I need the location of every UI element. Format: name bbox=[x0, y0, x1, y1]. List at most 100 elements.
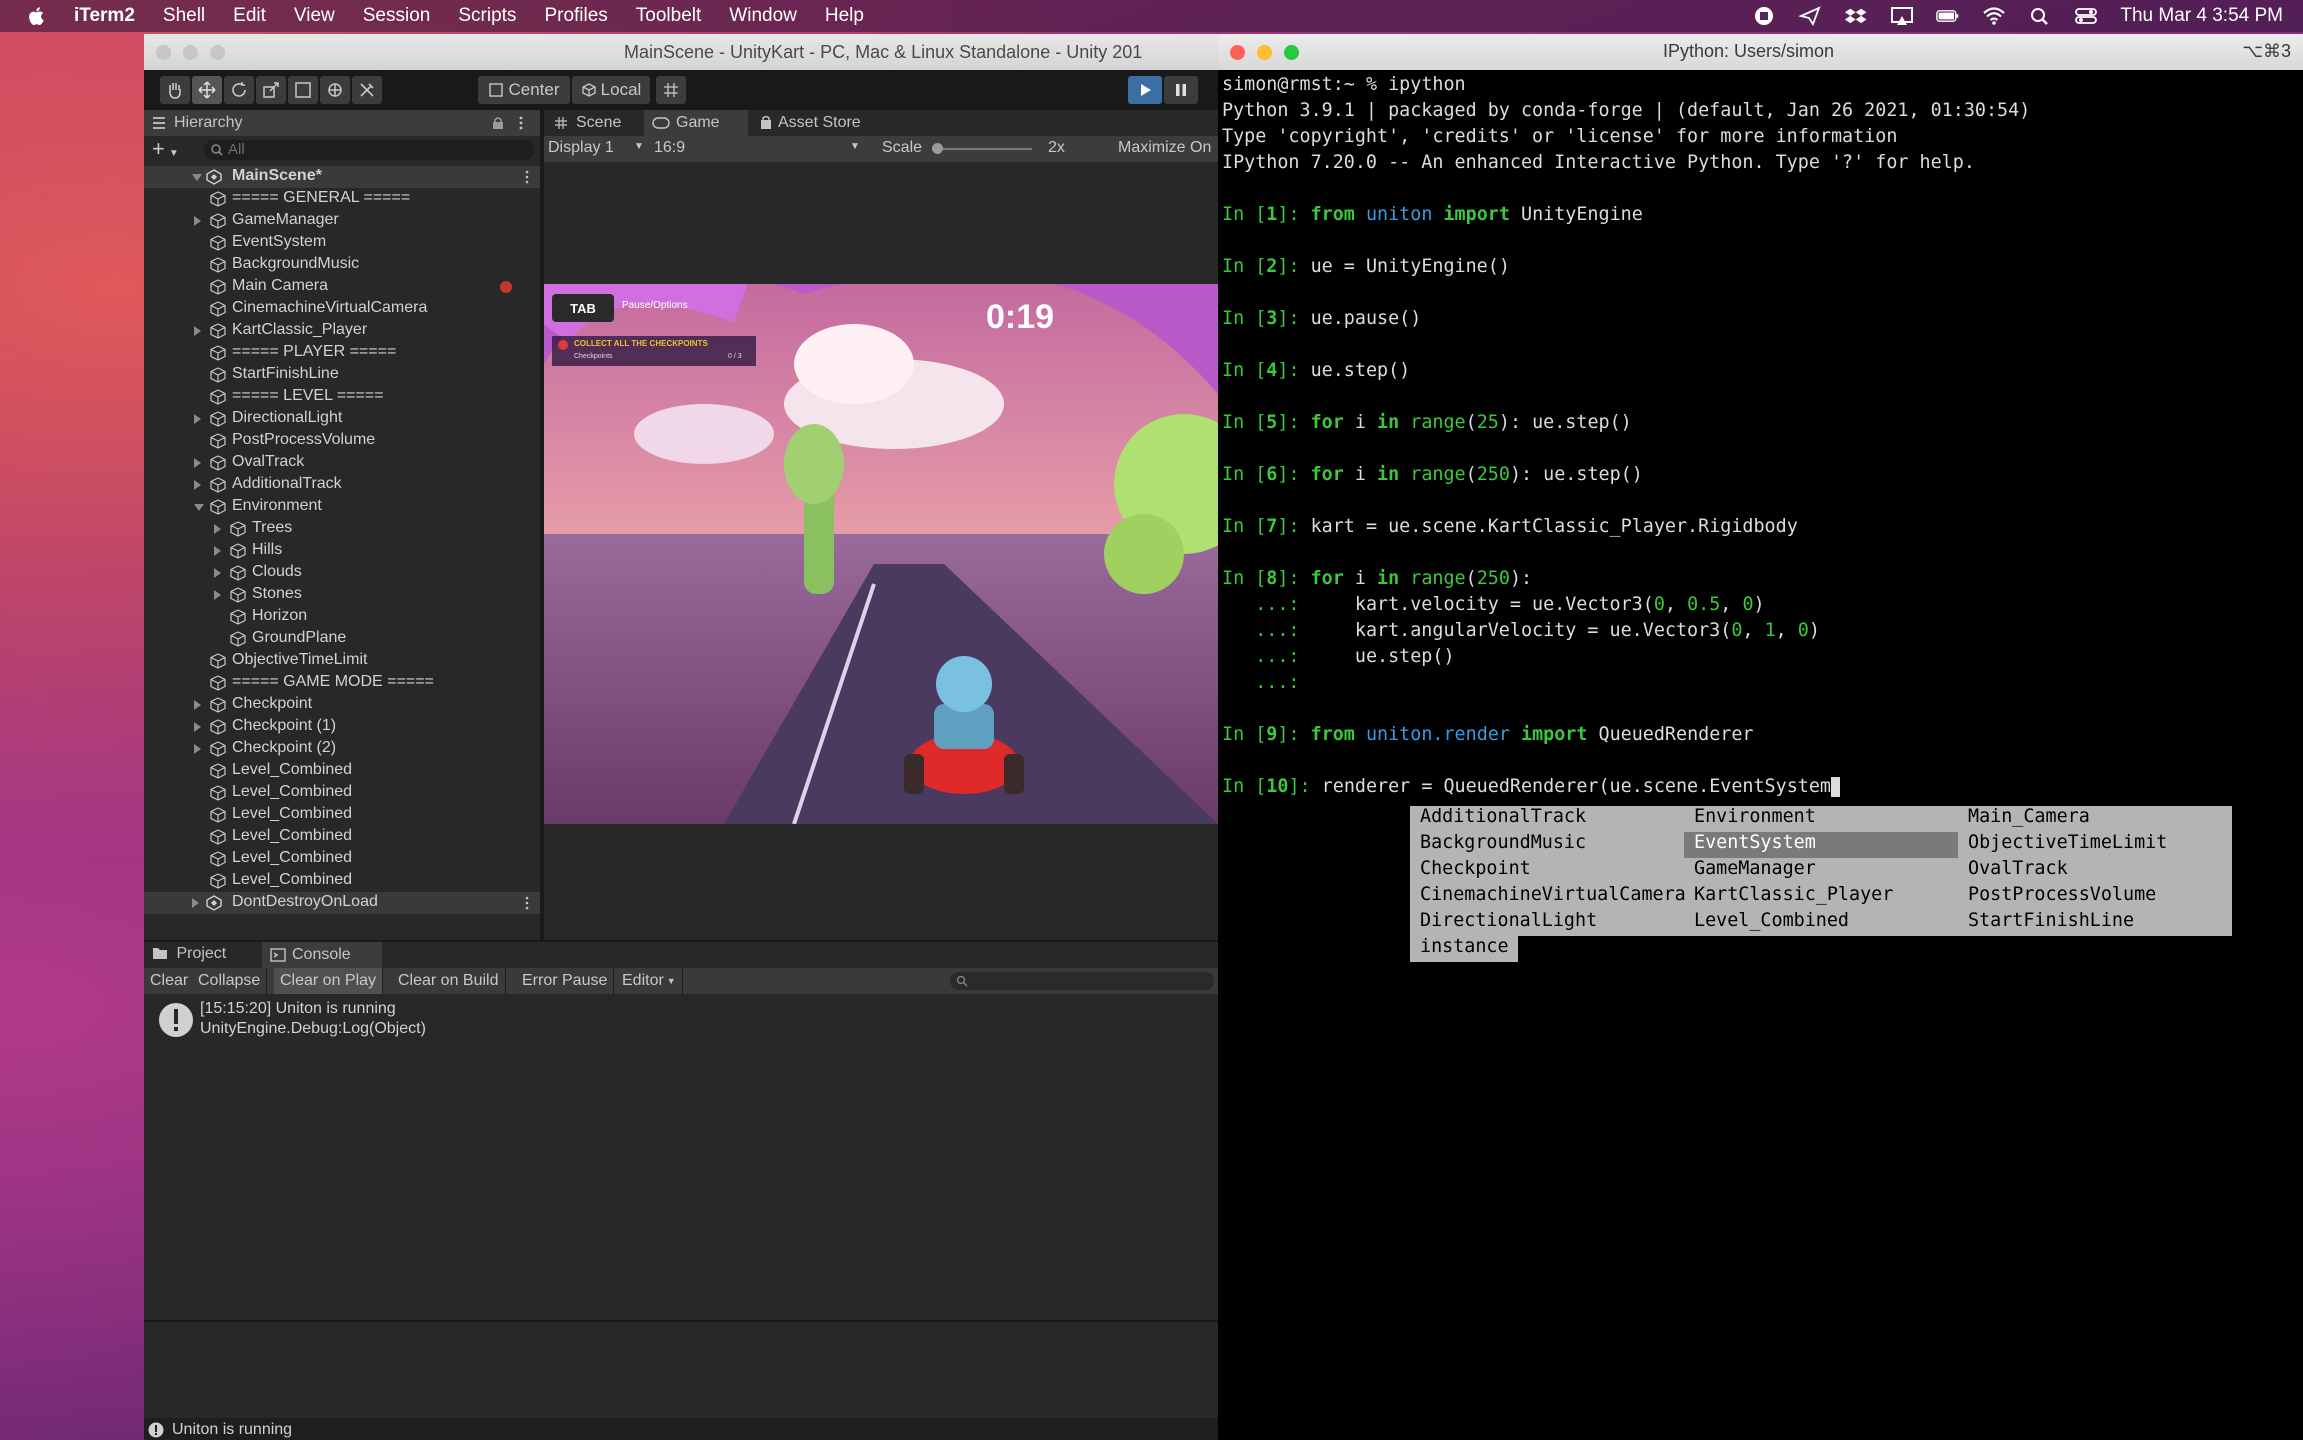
hierarchy-item[interactable]: Hills bbox=[144, 540, 540, 562]
hierarchy-item[interactable]: AdditionalTrack bbox=[144, 474, 540, 496]
autocomplete-item[interactable]: CinemachineVirtualCamera bbox=[1410, 884, 1686, 910]
hierarchy-item[interactable]: Level_Combined bbox=[144, 782, 540, 804]
expand-arrow-icon[interactable] bbox=[214, 568, 221, 578]
control-center-icon[interactable] bbox=[2074, 6, 2098, 26]
airplay-icon[interactable] bbox=[1890, 6, 1914, 26]
zoom-button[interactable] bbox=[210, 45, 225, 60]
menu-clock[interactable]: Thu Mar 4 3:54 PM bbox=[2120, 5, 2283, 27]
transform-tool-button[interactable] bbox=[320, 76, 350, 104]
hierarchy-item[interactable]: Level_Combined bbox=[144, 870, 540, 892]
close-button[interactable] bbox=[1230, 45, 1245, 60]
menu-shell[interactable]: Shell bbox=[163, 5, 205, 27]
menu-profiles[interactable]: Profiles bbox=[544, 5, 607, 27]
lock-icon[interactable] bbox=[492, 116, 504, 130]
expand-arrow-icon[interactable] bbox=[192, 174, 202, 181]
scene-root[interactable]: MainScene* bbox=[144, 166, 540, 188]
autocomplete-item[interactable]: OvalTrack bbox=[1958, 858, 2232, 884]
ipython-cell-10[interactable]: In [10]: renderer = QueuedRenderer(ue.sc… bbox=[1222, 776, 1840, 802]
hierarchy-item[interactable]: DirectionalLight bbox=[144, 408, 540, 430]
battery-icon[interactable] bbox=[1936, 6, 1960, 26]
expand-arrow-icon[interactable] bbox=[194, 480, 201, 490]
tab-game[interactable]: Game bbox=[644, 110, 748, 136]
hierarchy-item[interactable]: CinemachineVirtualCamera bbox=[144, 298, 540, 320]
kebab-menu-icon[interactable] bbox=[524, 170, 530, 184]
dont-destroy-on-load-root[interactable]: DontDestroyOnLoad bbox=[144, 892, 540, 914]
menu-window[interactable]: Window bbox=[729, 5, 797, 27]
hierarchy-item[interactable]: ObjectiveTimeLimit bbox=[144, 650, 540, 672]
expand-arrow-icon[interactable] bbox=[194, 326, 201, 336]
menu-session[interactable]: Session bbox=[363, 5, 431, 27]
hierarchy-item[interactable]: Trees bbox=[144, 518, 540, 540]
spotlight-search-icon[interactable] bbox=[2028, 6, 2052, 26]
hierarchy-item[interactable]: PostProcessVolume bbox=[144, 430, 540, 452]
autocomplete-item[interactable]: DirectionalLight bbox=[1410, 910, 1684, 936]
kebab-menu-icon[interactable] bbox=[524, 896, 530, 910]
autocomplete-item[interactable]: KartClassic_Player bbox=[1684, 884, 1958, 910]
clear-on-build-button[interactable]: Clear on Build bbox=[392, 968, 506, 994]
expand-arrow-icon[interactable] bbox=[194, 414, 201, 424]
hierarchy-item[interactable]: GroundPlane bbox=[144, 628, 540, 650]
move-tool-button[interactable] bbox=[192, 76, 222, 104]
hierarchy-item[interactable]: GameManager bbox=[144, 210, 540, 232]
custom-tool-button[interactable] bbox=[352, 76, 382, 104]
expand-arrow-icon[interactable] bbox=[192, 898, 199, 908]
expand-arrow-icon[interactable] bbox=[194, 722, 201, 732]
menu-edit[interactable]: Edit bbox=[233, 5, 266, 27]
hierarchy-item[interactable]: KartClassic_Player bbox=[144, 320, 540, 342]
error-pause-button[interactable]: Error Pause bbox=[516, 968, 615, 994]
expand-arrow-icon[interactable] bbox=[214, 590, 221, 600]
autocomplete-item[interactable]: BackgroundMusic bbox=[1410, 832, 1684, 858]
rotate-tool-button[interactable] bbox=[224, 76, 254, 104]
hierarchy-item[interactable]: OvalTrack bbox=[144, 452, 540, 474]
terminal-window[interactable]: IPython: Users/simon ⌥⌘3 simon@rmst:~ % … bbox=[1218, 34, 2303, 1440]
hierarchy-search-input[interactable]: All bbox=[204, 140, 534, 160]
hierarchy-item[interactable]: BackgroundMusic bbox=[144, 254, 540, 276]
hierarchy-item[interactable]: Checkpoint (2) bbox=[144, 738, 540, 760]
expand-arrow-icon[interactable] bbox=[194, 458, 201, 468]
autocomplete-item[interactable]: AdditionalTrack bbox=[1410, 806, 1684, 832]
expand-arrow-icon[interactable] bbox=[214, 546, 221, 556]
wifi-icon[interactable] bbox=[1982, 6, 2006, 26]
rect-tool-button[interactable] bbox=[288, 76, 318, 104]
autocomplete-popup[interactable]: AdditionalTrack BackgroundMusic Checkpoint… bbox=[1410, 806, 2232, 936]
minimize-button[interactable] bbox=[1257, 45, 1272, 60]
autocomplete-item[interactable]: EventSystem bbox=[1684, 832, 1958, 858]
game-view-render[interactable]: TAB Pause/Options 0:19 COLLECT ALL THE C… bbox=[544, 284, 1218, 824]
pivot-center-button[interactable]: Center bbox=[478, 76, 570, 104]
hierarchy-tab[interactable]: Hierarchy bbox=[174, 114, 242, 132]
autocomplete-item[interactable]: instance bbox=[1410, 936, 1518, 962]
scale-tool-button[interactable] bbox=[256, 76, 286, 104]
menu-app-name[interactable]: iTerm2 bbox=[74, 5, 135, 27]
console-log-entry[interactable]: [15:15:20] Uniton is running UnityEngine… bbox=[144, 998, 1218, 1042]
menu-scripts[interactable]: Scripts bbox=[458, 5, 516, 27]
hierarchy-item[interactable]: Checkpoint bbox=[144, 694, 540, 716]
expand-arrow-icon[interactable] bbox=[214, 524, 221, 534]
terminal-title-bar[interactable]: IPython: Users/simon ⌥⌘3 bbox=[1218, 34, 2303, 70]
hierarchy-item[interactable]: ===== PLAYER ===== bbox=[144, 342, 540, 364]
console-search-input[interactable] bbox=[950, 972, 1214, 990]
tab-asset-store[interactable]: Asset Store bbox=[752, 110, 882, 136]
grid-snap-button[interactable] bbox=[656, 76, 686, 104]
menu-view[interactable]: View bbox=[294, 5, 335, 27]
unity-title-bar[interactable]: MainScene - UnityKart - PC, Mac & Linux … bbox=[144, 34, 1218, 70]
zoom-button[interactable] bbox=[1284, 45, 1299, 60]
create-menu-button[interactable]: + ▼ bbox=[152, 138, 179, 165]
hierarchy-item[interactable]: Main Camera bbox=[144, 276, 540, 298]
play-button[interactable] bbox=[1128, 76, 1162, 104]
pivot-local-button[interactable]: Local bbox=[572, 76, 650, 104]
dropbox-icon[interactable] bbox=[1844, 6, 1868, 26]
expand-arrow-icon[interactable] bbox=[194, 700, 201, 710]
hierarchy-item[interactable]: Environment bbox=[144, 496, 540, 518]
hierarchy-item[interactable]: Stones bbox=[144, 584, 540, 606]
tab-scene[interactable]: Scene bbox=[544, 110, 640, 136]
hierarchy-item[interactable]: Checkpoint (1) bbox=[144, 716, 540, 738]
hierarchy-item[interactable]: Level_Combined bbox=[144, 848, 540, 870]
minimize-button[interactable] bbox=[183, 45, 198, 60]
hierarchy-item[interactable]: StartFinishLine bbox=[144, 364, 540, 386]
tab-project[interactable]: Project bbox=[152, 945, 226, 965]
hand-tool-button[interactable] bbox=[160, 76, 190, 104]
pause-button[interactable] bbox=[1164, 76, 1198, 104]
hierarchy-item[interactable]: Level_Combined bbox=[144, 760, 540, 782]
autocomplete-item[interactable]: Environment bbox=[1684, 806, 1958, 832]
scale-slider-thumb[interactable] bbox=[932, 143, 943, 154]
